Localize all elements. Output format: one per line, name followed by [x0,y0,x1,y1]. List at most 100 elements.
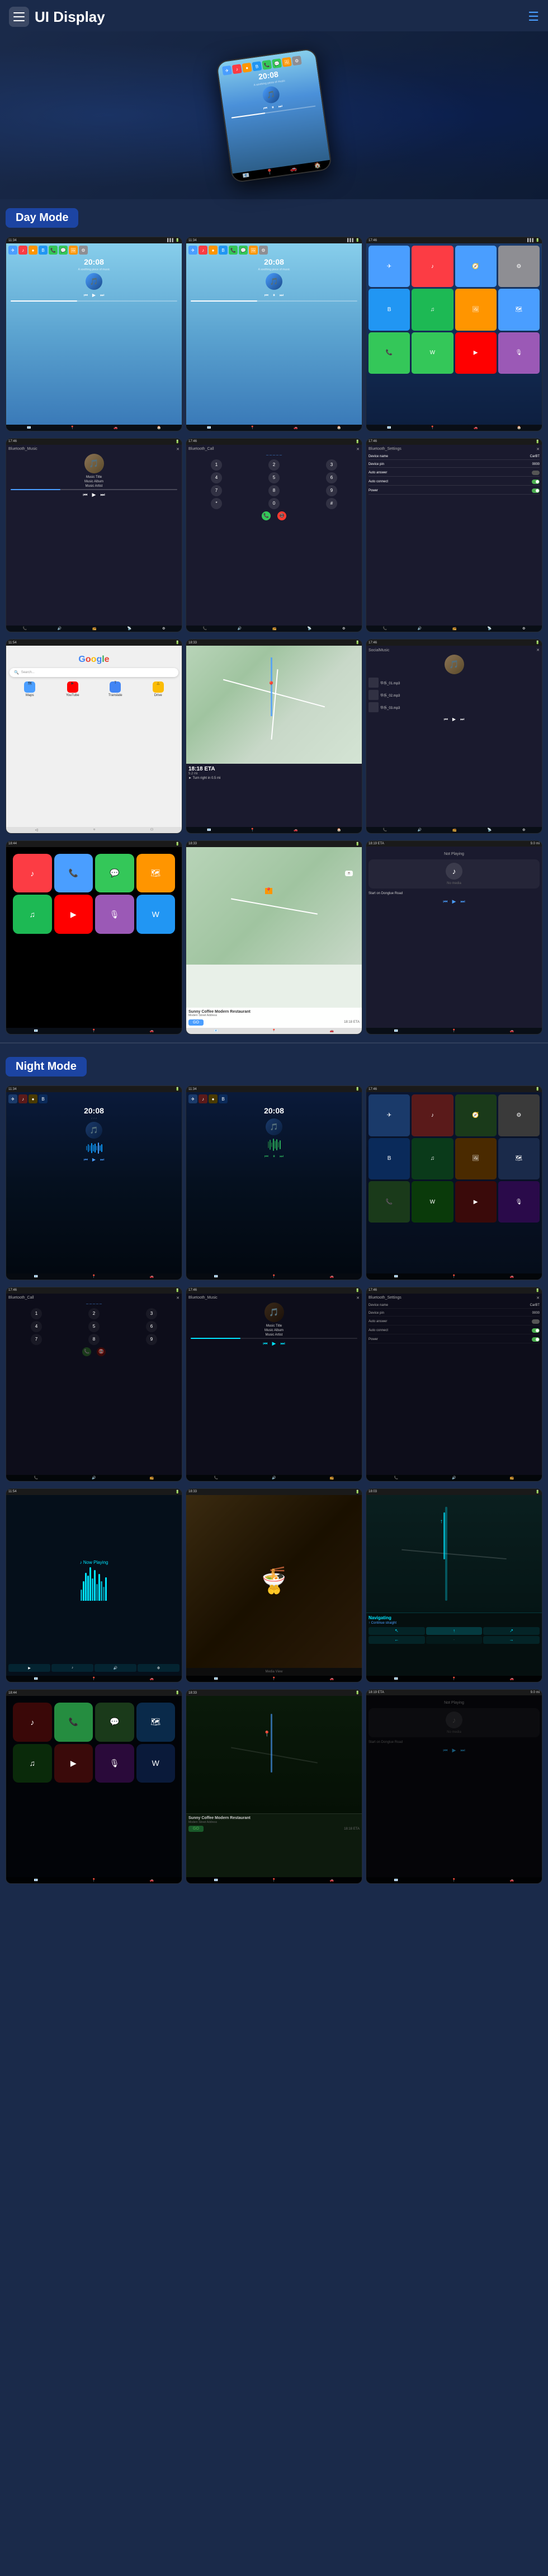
night-carplay-music[interactable]: ♪ [13,1703,52,1742]
bt-next-btn[interactable]: ⏭ [100,492,105,498]
nbt-nav-2[interactable]: 🔊 [272,1476,276,1480]
n2-nav-1[interactable]: 📧 [214,1275,218,1278]
ng-nav-2[interactable]: 📍 [452,1275,456,1278]
map-nav-1[interactable]: 📧 [207,828,211,832]
map-nav-3[interactable]: 🚗 [294,828,297,832]
app-safari[interactable]: 🧭 [455,246,497,287]
night-carplay-msg[interactable]: 💬 [95,1703,134,1742]
night-app-podcast[interactable]: 🎙 [498,1181,540,1223]
night-dial-8[interactable]: 8 [88,1334,100,1345]
night-nav-btn-1[interactable]: ↖ [369,1627,425,1635]
bt-prev-btn[interactable]: ⏮ [83,492,87,498]
call-nav-4[interactable]: 📡 [308,627,311,631]
night-settings-back[interactable]: ✕ [536,1296,540,1300]
dial-6[interactable]: 6 [326,472,337,483]
carplay-messages[interactable]: 💬 [95,854,134,893]
nw-nav-1[interactable]: 📧 [34,1677,38,1681]
d2-play[interactable]: ⏸ [273,293,275,298]
dots-icon[interactable]: ☰ [528,10,539,24]
night-bt-next[interactable]: ⏭ [280,1341,285,1347]
power-toggle[interactable] [532,488,540,493]
n2-prev[interactable]: ⏮ [264,1154,268,1159]
nav-gps[interactable]: 📍 [266,169,274,176]
map-nav-4[interactable]: 🏠 [337,828,341,832]
nc2-nav-2[interactable]: 📍 [272,1878,276,1882]
np-nav-3[interactable]: 🚗 [510,1029,514,1033]
social-nav-2[interactable]: 🔊 [418,828,422,832]
night-bt-music-back[interactable]: ✕ [356,1296,360,1300]
auto-connect-toggle[interactable] [532,480,540,484]
night-nav-btn-6[interactable]: → [483,1636,540,1644]
app-youtube[interactable]: ▶ [455,332,497,374]
google-app-translate[interactable]: T Translate [95,681,136,697]
n2-play[interactable]: ⏸ [273,1154,275,1159]
night-dial-1[interactable]: 1 [31,1308,42,1319]
night-app-music[interactable]: ♪ [412,1094,453,1136]
track-item-2[interactable]: 华乐_02.mp3 [369,689,540,701]
ng-nav-3[interactable]: 🚗 [510,1275,514,1278]
ns-nav-2[interactable]: 🔊 [452,1476,456,1480]
n2-nav-3[interactable]: 🚗 [330,1275,334,1278]
bt-music-nav-1[interactable]: 📞 [22,627,26,631]
night-dial-2[interactable]: 2 [88,1308,100,1319]
night-wave-icon-3[interactable]: 🔊 [95,1664,136,1672]
d1-prev[interactable]: ⏮ [84,293,88,298]
nw-nav-3[interactable]: 🚗 [150,1677,154,1681]
prev-btn[interactable]: ⏮ [263,105,268,111]
app-telegram[interactable]: ✈ [369,246,410,287]
track-item-1[interactable]: 华乐_01.mp3 [369,676,540,689]
d1-next[interactable]: ⏭ [100,293,104,298]
night-dial-6[interactable]: 6 [146,1321,157,1332]
n2-next[interactable]: ⏭ [280,1154,284,1159]
call-nav-5[interactable]: ⚙ [342,627,345,631]
dial-hash[interactable]: # [326,498,337,509]
night-dial-3[interactable]: 3 [146,1308,157,1319]
nh-nav-2[interactable]: 📍 [272,1677,276,1681]
coffee-go-button[interactable]: GO [188,1019,204,1026]
night-np-prev[interactable]: ⏮ [443,1747,447,1754]
app-podcast[interactable]: 🎙 [498,332,540,374]
ncp-nav-3[interactable]: 🚗 [150,1878,154,1882]
social-back[interactable]: ✕ [536,648,540,652]
nr-nav-1[interactable]: 📧 [394,1677,398,1681]
night-app-safari[interactable]: 🧭 [455,1094,497,1136]
night-app-phone[interactable]: 📞 [369,1181,410,1223]
n2-nav-2[interactable]: 📍 [272,1275,276,1278]
nnp-nav-3[interactable]: 🚗 [510,1878,514,1882]
n1-nav-3[interactable]: 🚗 [150,1275,154,1278]
dial-9[interactable]: 9 [326,485,337,496]
night-power-toggle[interactable] [532,1337,540,1342]
d2-nav-3[interactable]: 🚗 [294,426,297,430]
bt-music-nav-4[interactable]: 📡 [127,627,131,631]
settings-nav-2[interactable]: 🔊 [418,627,422,631]
app-bt[interactable]: B [369,289,410,330]
carplay-nav-2[interactable]: 📍 [92,1029,96,1033]
d2-prev[interactable]: ⏮ [264,293,268,298]
night-carplay-yt[interactable]: ▶ [54,1744,93,1783]
night-call-red[interactable]: 📵 [97,1347,106,1356]
dial-4[interactable]: 4 [211,472,222,483]
d3-nav-1[interactable]: 📧 [387,426,391,430]
night-auto-connect-toggle[interactable] [532,1328,540,1333]
settings-nav-5[interactable]: ⚙ [522,627,525,631]
ncp-nav-1[interactable]: 📧 [34,1878,38,1882]
google-nav-2[interactable]: ○ [93,828,96,832]
play-btn[interactable]: ⏸ [271,104,274,110]
nr-nav-2[interactable]: 📍 [452,1677,456,1681]
map-nav-2[interactable]: 📍 [251,828,254,832]
n1-nav-1[interactable]: 📧 [34,1275,38,1278]
call-nav-1[interactable]: 📞 [202,627,206,631]
np-nav-1[interactable]: 📧 [394,1029,398,1033]
nav-auto[interactable]: 🚗 [290,166,297,173]
social-nav-4[interactable]: 📡 [488,828,492,832]
ng-nav-1[interactable]: 📧 [394,1275,398,1278]
n1-play[interactable]: ▶ [92,1157,96,1163]
carplay-nav-1[interactable]: 📧 [34,1029,38,1033]
social-nav-1[interactable]: 📞 [382,828,386,832]
night-bt-prev[interactable]: ⏮ [263,1341,267,1347]
nav-email[interactable]: 📧 [242,172,250,180]
night-app-youtube[interactable]: ▶ [455,1181,497,1223]
bt-music-nav-2[interactable]: 🔊 [58,627,62,631]
app-waze[interactable]: W [412,332,453,374]
nc-nav-3[interactable]: 📻 [150,1476,154,1480]
